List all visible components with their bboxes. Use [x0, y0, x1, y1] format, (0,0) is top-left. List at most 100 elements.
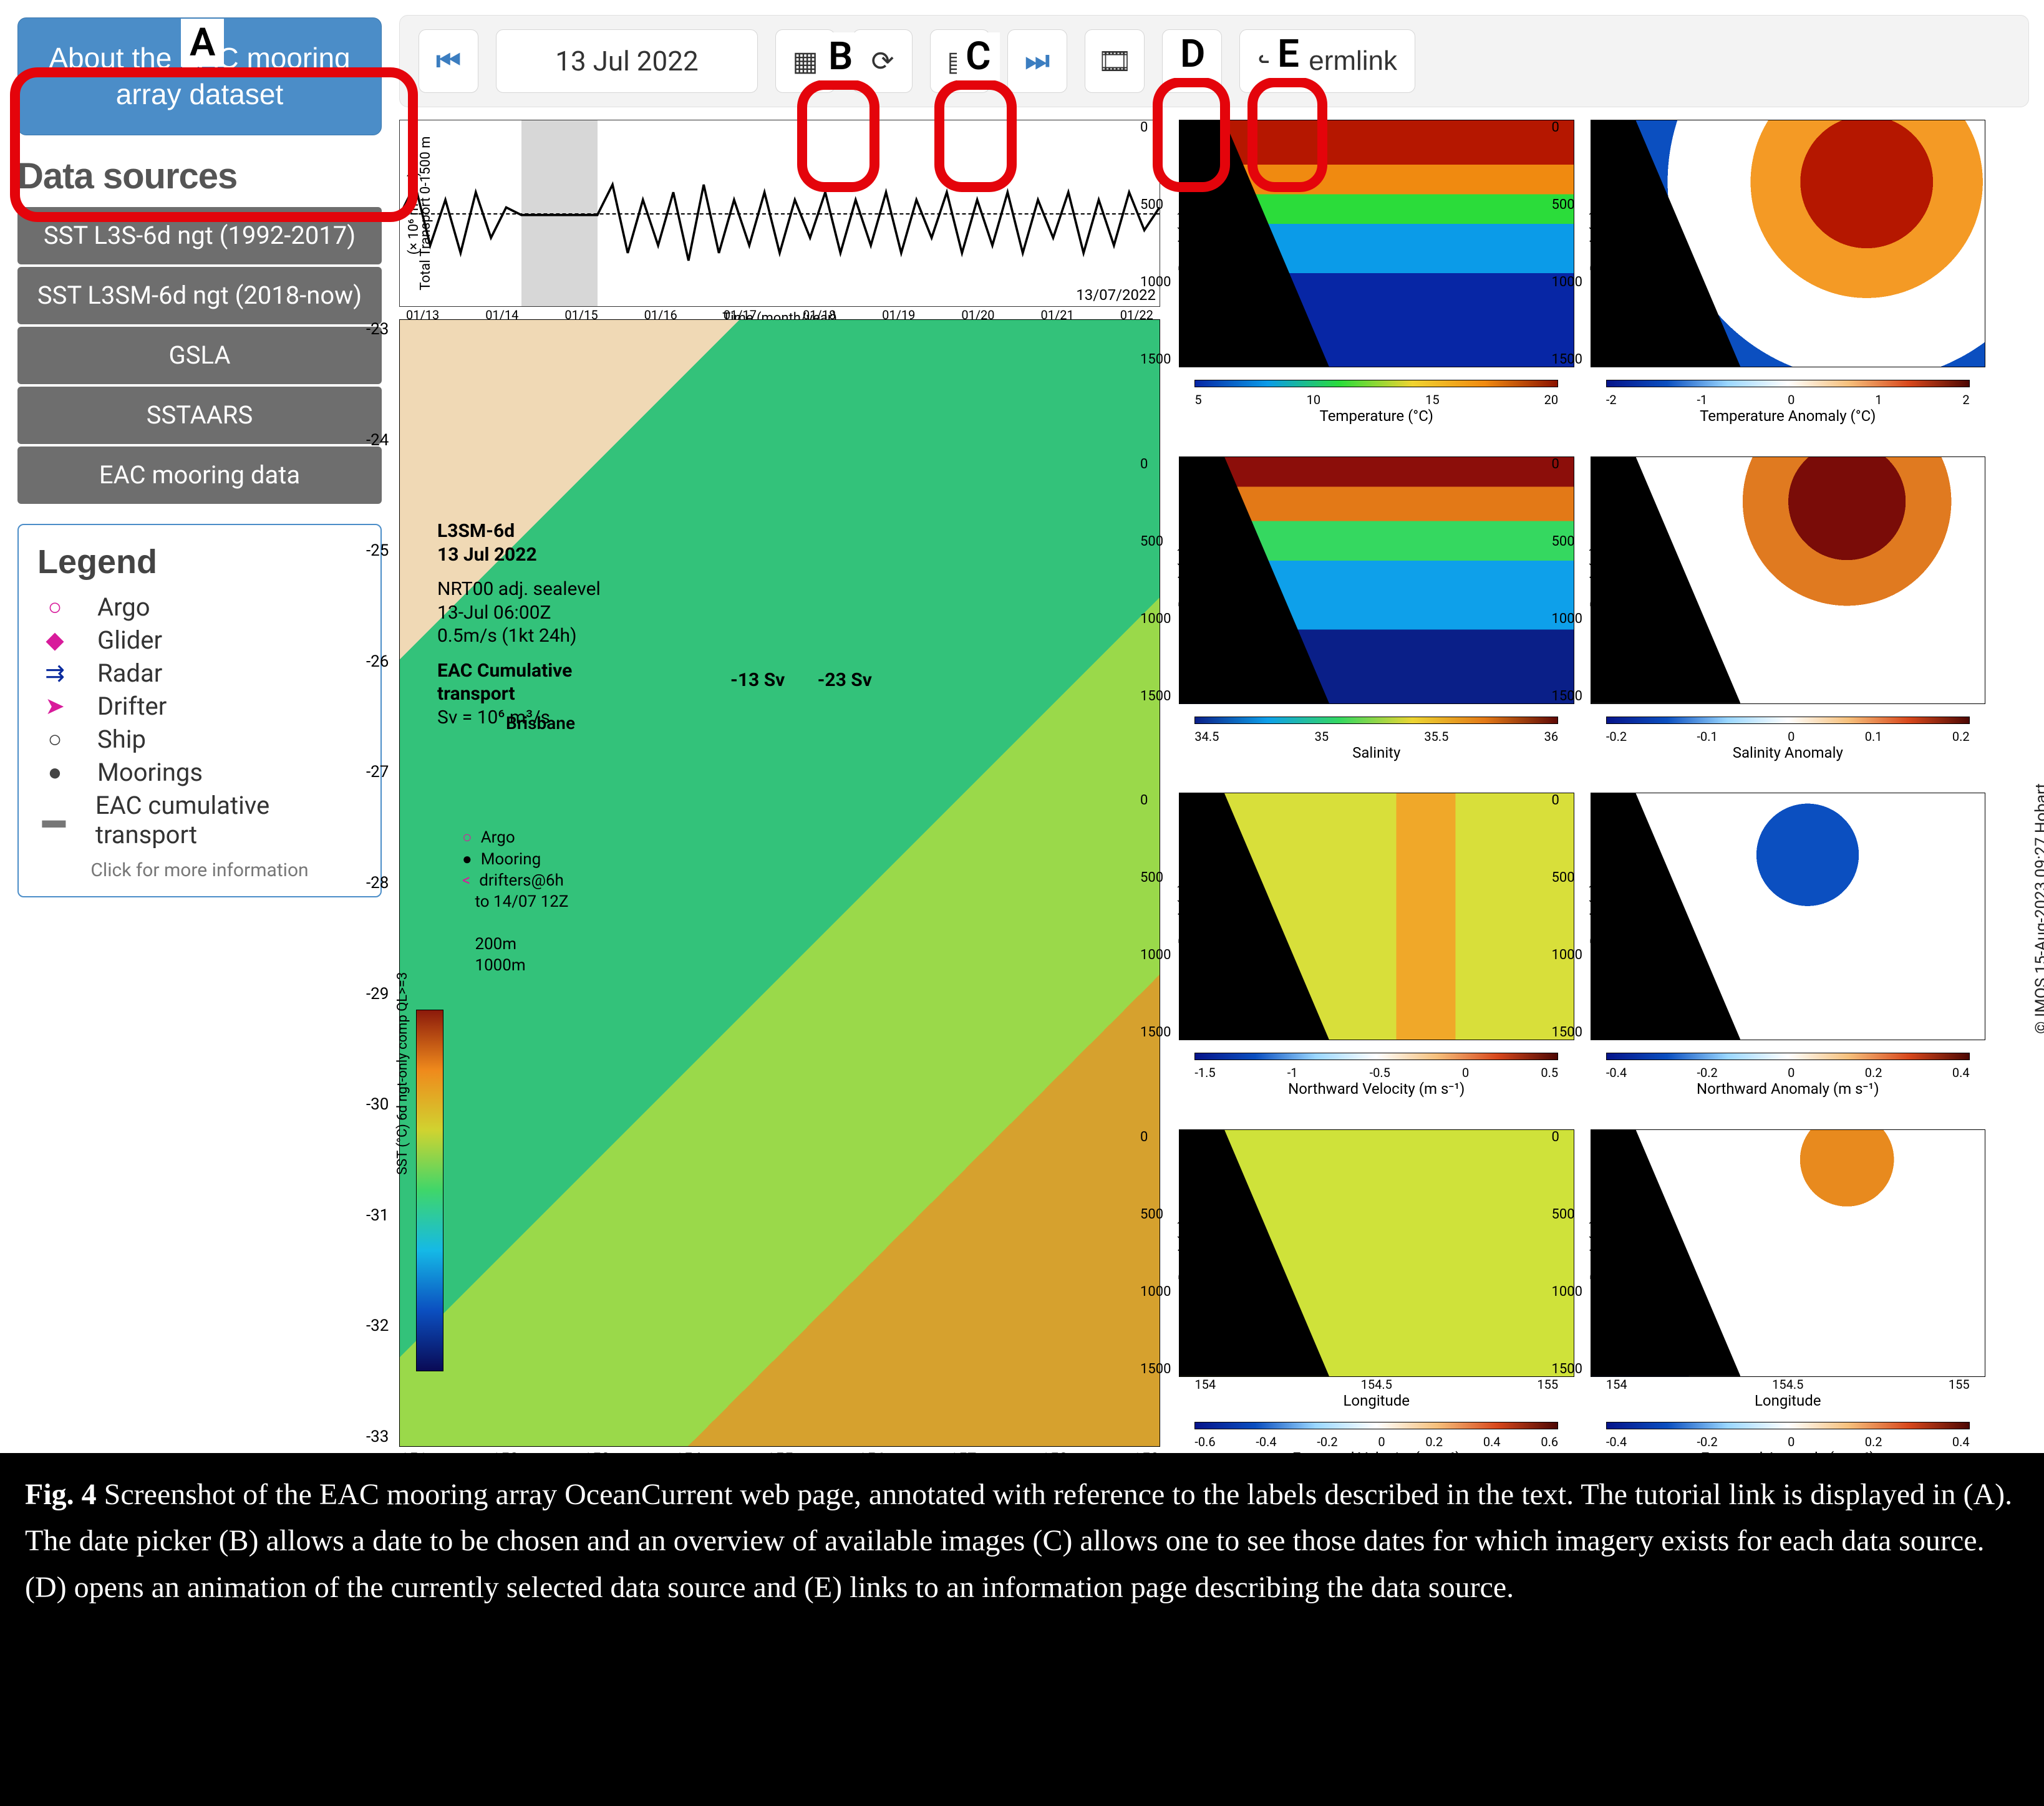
legend-row: ➤Drifter — [37, 692, 362, 721]
sec-plot — [1179, 456, 1574, 704]
app-frame: About the EAC mooring array dataset Data… — [0, 0, 2044, 1453]
legend-label: Moorings — [97, 758, 203, 787]
toolbar: ⏮ 13 Jul 2022 ▦ ⟳ ▤ ⏭ 🎞 i ↪ Permlink — [399, 15, 2029, 107]
map-colorbar-label: SST (°C) 6d ngt-only comp QL>=3 — [395, 972, 410, 1175]
sec-colorbar — [1606, 1053, 1970, 1060]
sec-colorbar-ticks: -1.5-1-0.500.5 — [1194, 1065, 1558, 1080]
section-panel: 050010001500Depth (m)-2-1012Temperature … — [1591, 120, 1986, 438]
refresh-button[interactable]: ⟳ — [853, 29, 913, 93]
figure-caption: Fig. 4 Screenshot of the EAC mooring arr… — [25, 1472, 2019, 1611]
legend-row: ⇉Radar — [37, 659, 362, 688]
sec-xlabel: Longitude — [1591, 1392, 1986, 1409]
legend-row: ▬EAC cumulative transport — [37, 791, 362, 849]
bathy-mask — [1591, 120, 1741, 367]
sst-map-panel: -23-24-25-26-27-28-29-30-31-32-33 151152… — [399, 319, 1160, 1447]
permlink-button[interactable]: ↪ Permlink — [1239, 29, 1415, 93]
section-panel: 050010001500Depth (m)154154.5155Longitud… — [1591, 1129, 1986, 1447]
main-column: ⏮ 13 Jul 2022 ▦ ⟳ ▤ ⏭ 🎞 i ↪ Permlink Tot… — [399, 0, 2044, 1453]
legend-label: Glider — [97, 625, 162, 655]
section-panel: 050010001500Depth (m)154154.5155Longitud… — [1179, 1129, 1574, 1447]
sec-depth-ticks: 050010001500 — [1552, 1129, 1582, 1377]
map-lat-axis: -23-24-25-26-27-28-29-30-31-32-33 — [366, 320, 397, 1446]
sec-colorbar-ticks: -2-1012 — [1606, 392, 1970, 407]
sec-colorbar-label: Eastward Velocity (m s⁻¹) — [1179, 1449, 1574, 1467]
data-source-item[interactable]: SST L3SM-6d ngt (2018-now) — [17, 267, 382, 324]
animation-button[interactable]: 🎞 — [1085, 29, 1145, 93]
legend-title: Legend — [37, 543, 362, 581]
bathy-mask — [1591, 793, 1741, 1040]
transport-timeseries-panel: Total Transport 0-1500 m (× 10⁶ m³ S⁻¹) … — [399, 120, 1160, 307]
sec-colorbar-label: Eastward Anomaly (m s⁻¹) — [1591, 1449, 1986, 1467]
legend-label: Ship — [97, 725, 146, 754]
section-panel: 050010001500Depth (m)5101520Temperature … — [1179, 120, 1574, 438]
sec-colorbar — [1606, 1422, 1970, 1429]
data-source-item[interactable]: EAC mooring data — [17, 447, 382, 504]
sec-colorbar-label: Northward Velocity (m s⁻¹) — [1179, 1080, 1574, 1098]
annotation-label-c: C — [957, 32, 1000, 80]
sec-depth-ticks: 050010001500 — [1140, 793, 1171, 1040]
sec-colorbar — [1194, 380, 1558, 387]
data-source-item[interactable]: GSLA — [17, 327, 382, 384]
annotation-label-e: E — [1269, 30, 1308, 78]
sec-colorbar-label: Temperature Anomaly (°C) — [1591, 407, 1986, 425]
data-sources-section: Data sources SST L3S-6d ngt (1992-2017) … — [17, 155, 382, 504]
prev-date-button[interactable]: ⏮ — [419, 29, 478, 93]
data-sources-heading: Data sources — [17, 155, 382, 197]
legend-label: Argo — [97, 592, 150, 622]
sec-plot — [1179, 793, 1574, 1040]
annotation-label-d: D — [1171, 30, 1214, 78]
map-colorbar — [416, 1010, 443, 1371]
sec-colorbar-ticks: -0.4-0.200.20.4 — [1606, 1065, 1970, 1080]
sec-plot — [1591, 793, 1986, 1040]
step-forward-icon: ⏭ — [1025, 46, 1050, 77]
data-sources-list: SST L3S-6d ngt (1992-2017) SST L3SM-6d n… — [17, 207, 382, 504]
legend-label: Drifter — [97, 692, 167, 721]
sec-colorbar — [1194, 717, 1558, 724]
sec-colorbar-label: Northward Anomaly (m s⁻¹) — [1591, 1080, 1986, 1098]
section-panel: 050010001500Depth (m)-1.5-1-0.500.5North… — [1179, 793, 1574, 1111]
legend-footer: Click for more information — [37, 858, 362, 882]
sec-colorbar-ticks: 5101520 — [1194, 392, 1558, 407]
annotation-label-b: B — [820, 32, 861, 80]
legend-row: ○ Ship — [37, 725, 362, 754]
bathy-mask — [1591, 1130, 1741, 1376]
sec-plot — [1591, 120, 1986, 367]
map-overlay-text: L3SM-6d 13 Jul 2022 NRT00 adj. sealevel … — [437, 519, 601, 729]
bathy-mask — [1179, 457, 1329, 703]
plot-area: Total Transport 0-1500 m (× 10⁶ m³ S⁻¹) … — [399, 107, 2029, 1447]
sec-plot — [1179, 120, 1574, 367]
sec-colorbar — [1606, 717, 1970, 724]
bathy-mask — [1591, 457, 1741, 703]
annotation-label-a: A — [181, 19, 224, 67]
legend-box[interactable]: Legend ○ Argo◆Glider ⇉Radar ➤Drifter ○ Ship ●M… — [17, 524, 382, 897]
map-city-label: Brisbane — [506, 713, 575, 733]
legend-label: Radar — [97, 659, 162, 688]
current-date-display[interactable]: 13 Jul 2022 — [496, 29, 758, 93]
sec-xticks: 154154.5155 — [1194, 1377, 1558, 1392]
legend-row: ◆Glider — [37, 625, 362, 655]
legend-symbol: ○ — [37, 726, 72, 753]
sec-depth-ticks: 050010001500 — [1552, 120, 1582, 367]
data-source-item[interactable]: SSTAARS — [17, 387, 382, 444]
data-source-item[interactable]: SST L3S-6d ngt (1992-2017) — [17, 207, 382, 264]
sec-depth-ticks: 050010001500 — [1140, 1129, 1171, 1377]
sec-colorbar — [1606, 380, 1970, 387]
sec-colorbar-label: Temperature (°C) — [1179, 407, 1574, 425]
map-lon-axis: 151152153154155156157158159 — [400, 1450, 1160, 1469]
legend-symbol: ▬ — [37, 806, 70, 834]
sec-xlabel: Longitude — [1179, 1392, 1574, 1409]
section-panel: 050010001500Depth (m)-0.4-0.200.20.4Nort… — [1591, 793, 1986, 1111]
step-back-icon: ⏮ — [436, 46, 461, 77]
section-panels-grid: © IMOS 15-Aug-2023 09:27 Hobart 05001000… — [1179, 120, 2029, 1447]
bathy-mask — [1179, 793, 1329, 1040]
sec-colorbar-ticks: -0.6-0.4-0.200.20.40.6 — [1194, 1434, 1558, 1449]
sec-colorbar — [1194, 1422, 1558, 1429]
caption-text: Screenshot of the EAC mooring array Ocea… — [25, 1478, 2012, 1604]
legend-row: ●Moorings — [37, 758, 362, 787]
calendar-icon: ▦ — [792, 46, 818, 77]
sec-depth-ticks: 050010001500 — [1552, 456, 1582, 704]
ts-trace — [400, 139, 1160, 291]
legend-symbol: ○ — [37, 594, 72, 621]
bathy-mask — [1179, 1130, 1329, 1376]
next-date-button[interactable]: ⏭ — [1007, 29, 1067, 93]
